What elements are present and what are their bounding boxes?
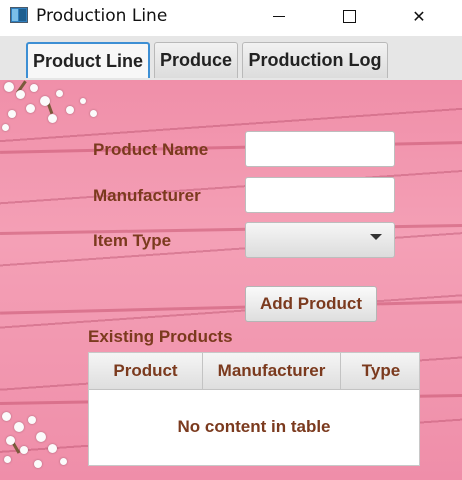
product-name-label: Product Name <box>93 140 209 159</box>
tab-bar: Product Line Produce Production Log <box>0 36 462 81</box>
product-line-panel: Product Name Manufacturer Item Type Add … <box>0 80 462 480</box>
tab-produce[interactable]: Produce <box>154 42 238 78</box>
add-product-button[interactable]: Add Product <box>245 286 377 322</box>
column-header-type[interactable]: Type <box>341 353 421 389</box>
app-icon <box>10 7 28 23</box>
product-name-input[interactable] <box>245 131 395 167</box>
column-header-product[interactable]: Product <box>89 353 203 389</box>
minimize-button[interactable] <box>256 0 302 32</box>
close-icon: ✕ <box>412 6 426 26</box>
item-type-combobox[interactable] <box>245 222 395 258</box>
existing-products-table[interactable]: Product Manufacturer Type No content in … <box>88 352 420 466</box>
maximize-button[interactable] <box>326 0 372 32</box>
chevron-down-icon <box>370 234 382 240</box>
manufacturer-input[interactable] <box>245 177 395 213</box>
tab-production-log[interactable]: Production Log <box>242 42 388 78</box>
minimize-icon <box>273 15 285 17</box>
table-header: Product Manufacturer Type <box>89 353 419 390</box>
plank-seam <box>0 300 462 315</box>
window-title: Production Line <box>36 6 168 26</box>
column-header-manufacturer[interactable]: Manufacturer <box>203 353 341 389</box>
title-bar: Production Line ✕ <box>0 0 462 32</box>
item-type-label: Item Type <box>93 231 172 250</box>
tab-product-line[interactable]: Product Line <box>26 42 150 78</box>
table-empty-placeholder: No content in table <box>177 417 331 436</box>
manufacturer-label: Manufacturer <box>93 186 201 205</box>
close-button[interactable]: ✕ <box>396 0 442 32</box>
existing-products-title: Existing Products <box>88 327 233 346</box>
maximize-icon <box>342 9 356 23</box>
